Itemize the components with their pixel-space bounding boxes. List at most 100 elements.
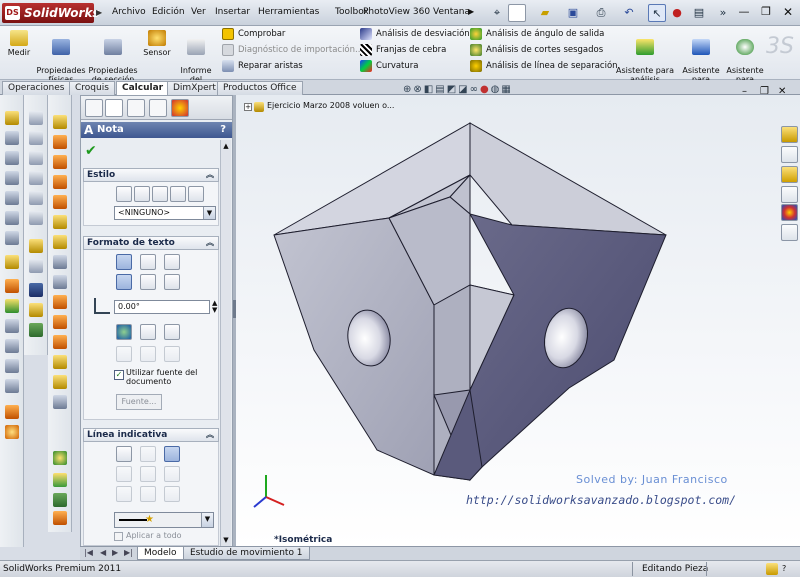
feature-c-icon[interactable] [53, 155, 67, 169]
leader-attach-c-icon[interactable] [164, 486, 180, 502]
custom-properties-icon[interactable] [781, 224, 798, 241]
sketch-line-icon[interactable] [29, 111, 43, 125]
zoom-area-icon[interactable]: ⊗ [413, 84, 423, 95]
dimxpert-manager-tab-icon[interactable] [149, 99, 167, 117]
align-left-icon[interactable] [116, 254, 132, 270]
curvature-button[interactable]: Curvatura [360, 59, 418, 73]
print-icon[interactable]: ⎙ [592, 4, 610, 22]
menu-ver[interactable]: Ver [191, 7, 206, 17]
delete-style-icon[interactable] [152, 186, 168, 202]
feature-q-icon[interactable] [53, 473, 67, 487]
add-style-icon[interactable] [134, 186, 150, 202]
sensor-button[interactable]: Sensor [142, 30, 172, 57]
surface-finish-icon[interactable] [164, 346, 180, 362]
feature-b-icon[interactable] [53, 135, 67, 149]
style-select[interactable]: <NINGUNO> ▼ [114, 206, 216, 220]
feature-h-icon[interactable] [53, 255, 67, 269]
sketch-arc-icon[interactable] [29, 171, 43, 185]
smart-dimension-icon[interactable] [29, 239, 43, 253]
angle-input[interactable]: 0.00° [114, 300, 210, 314]
file-explorer-icon[interactable] [781, 166, 798, 183]
display-style-icon[interactable]: ◪ [458, 84, 469, 95]
panel-splitter[interactable] [233, 95, 236, 547]
menu-photoview[interactable]: PhotoView 360 [363, 7, 430, 17]
draft-analysis-button[interactable]: Análisis de ángulo de salida [470, 27, 604, 41]
menu-insertar[interactable]: Insertar [215, 7, 250, 17]
tab-productos-office[interactable]: Productos Office [217, 81, 303, 95]
configuration-manager-tab-icon[interactable] [127, 99, 145, 117]
section-formato-header[interactable]: Formato de texto ︽ [83, 236, 219, 250]
zebra-stripes-button[interactable]: Franjas de cebra [360, 43, 446, 57]
cut-icon[interactable] [5, 191, 19, 205]
edit-appearance-icon[interactable]: ● [480, 84, 491, 95]
menu-overflow-icon[interactable]: ▶ [468, 7, 474, 16]
shell-icon[interactable] [5, 279, 19, 293]
view-palette-icon[interactable] [781, 186, 798, 203]
tab-scroll-prev-icon[interactable]: ◀ [100, 548, 106, 557]
insert-hyperlink-icon[interactable] [116, 324, 132, 340]
hole-icon[interactable] [5, 379, 19, 393]
leader-straight-icon[interactable] [116, 446, 132, 462]
tree-expand-icon[interactable]: + [244, 103, 252, 111]
save-style-icon[interactable] [170, 186, 186, 202]
leader-nearest-icon[interactable] [164, 466, 180, 482]
close-icon[interactable]: ✕ [779, 3, 797, 21]
overflow-arrow-icon[interactable]: » [714, 4, 732, 22]
feature-g-icon[interactable] [53, 235, 67, 249]
feature-p-icon[interactable] [53, 451, 67, 465]
logo-arrow-icon[interactable]: ▶ [96, 8, 102, 17]
property-manager-tab-icon[interactable] [105, 99, 123, 117]
leader-attach-b-icon[interactable] [140, 486, 156, 502]
extrude-icon[interactable] [5, 111, 19, 125]
sketch-spline-icon[interactable] [29, 191, 43, 205]
sweep-icon[interactable] [5, 151, 19, 165]
valign-top-icon[interactable] [116, 274, 132, 290]
previous-view-icon[interactable]: ◧ [424, 84, 435, 95]
valign-bottom-icon[interactable] [164, 274, 180, 290]
minimize-icon[interactable]: — [735, 3, 753, 21]
sketch-point-icon[interactable] [29, 211, 43, 225]
apply-scene-icon[interactable]: ◍ [491, 84, 502, 95]
ok-check-icon[interactable]: ✔ [85, 143, 97, 159]
align-center-icon[interactable] [140, 254, 156, 270]
convert-icon[interactable] [29, 323, 43, 337]
rebuild-icon[interactable] [766, 563, 778, 575]
design-library-icon[interactable] [781, 146, 798, 163]
tab-operaciones[interactable]: Operaciones [2, 81, 71, 95]
parting-line-analysis-button[interactable]: Análisis de línea de separación [470, 59, 618, 73]
plane-icon[interactable] [5, 299, 19, 313]
save-icon[interactable]: ▣ [564, 4, 582, 22]
leader-left-icon[interactable] [116, 466, 132, 482]
geometric-tolerance-icon[interactable] [140, 346, 156, 362]
align-right-icon[interactable] [164, 254, 180, 270]
help-arrow-icon[interactable]: ? [782, 561, 786, 577]
help-icon[interactable]: ? [220, 122, 226, 138]
trim-icon[interactable] [29, 283, 43, 297]
new-file-icon[interactable] [508, 4, 526, 22]
tab-scroll-next-icon[interactable]: ▶ [112, 548, 118, 557]
add-symbol-icon[interactable] [164, 324, 180, 340]
tab-dimxpert[interactable]: DimXpert [167, 81, 222, 95]
splitter-grip-icon[interactable] [233, 300, 236, 318]
options-icon[interactable]: ▤ [690, 4, 708, 22]
select-pointer-icon[interactable]: ↖ [648, 4, 666, 22]
leader-bent-icon[interactable] [140, 446, 156, 462]
menu-archivo[interactable]: Archivo [112, 7, 146, 17]
feature-s-icon[interactable] [53, 511, 67, 525]
tab-croquis[interactable]: Croquis [69, 81, 115, 95]
axis-icon[interactable] [5, 319, 19, 333]
valign-middle-icon[interactable] [140, 274, 156, 290]
viewport-restore-icon[interactable]: ❐ [760, 86, 769, 97]
menu-ventana[interactable]: Ventana [433, 7, 470, 17]
section-linea-header[interactable]: Línea indicativa ︽ [83, 428, 219, 442]
measure-button[interactable]: Medir [4, 30, 34, 57]
weld-icon[interactable] [5, 405, 19, 419]
feature-o-icon[interactable] [53, 395, 67, 409]
appearances-scenes-icon[interactable] [781, 204, 798, 221]
view-orientation-icon[interactable]: ◩ [447, 84, 458, 95]
feature-manager-tab-icon[interactable] [85, 99, 103, 117]
relation-icon[interactable] [29, 259, 43, 273]
feature-j-icon[interactable] [53, 295, 67, 309]
display-manager-tab-icon[interactable] [171, 99, 189, 117]
loft-icon[interactable] [5, 171, 19, 185]
